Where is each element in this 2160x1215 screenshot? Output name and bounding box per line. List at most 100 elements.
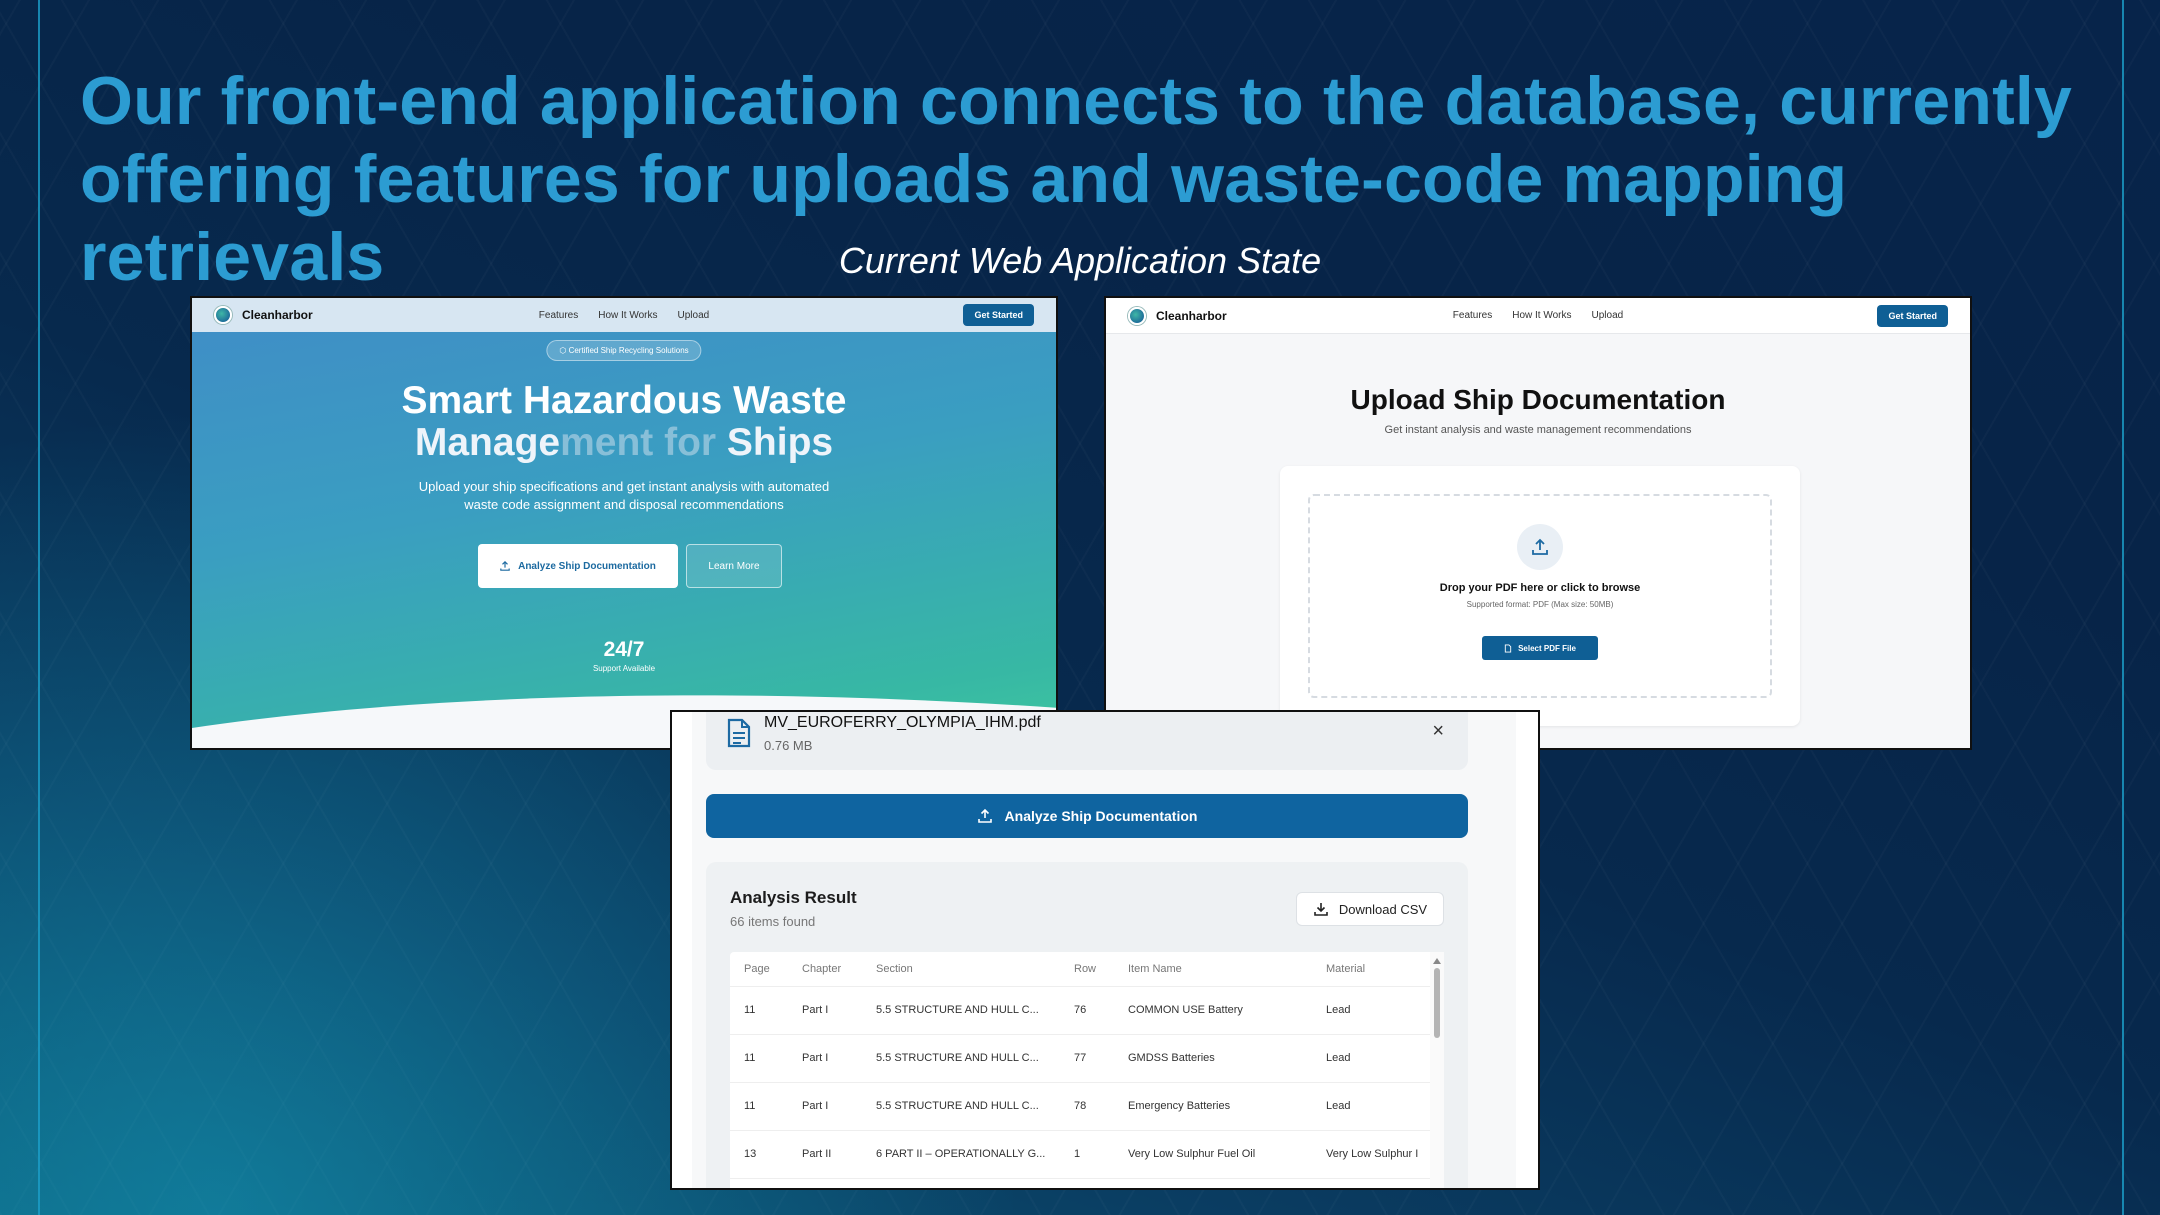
scroll-up-arrow-icon[interactable] <box>1433 958 1441 964</box>
column-header[interactable]: Section <box>862 952 1060 987</box>
table-cell: 76 <box>1060 986 1114 1035</box>
table-scrollbar[interactable] <box>1430 952 1444 1188</box>
analyze-documentation-button[interactable]: Analyze Ship Documentation <box>706 794 1468 838</box>
table-row: 13 Part II 6 PART II – OPERATIONALLY G..… <box>730 1130 1430 1179</box>
right-accent-line <box>2122 0 2124 1215</box>
table-cell: 5.5 STRUCTURE AND HULL C... <box>862 1082 1060 1131</box>
shield-icon: ⬡ <box>559 346 567 355</box>
upload-card: Drop your PDF here or click to browse Su… <box>1280 466 1800 726</box>
table-cell: 78 <box>1060 1082 1114 1131</box>
nav-link-how-it-works[interactable]: How It Works <box>1512 310 1571 321</box>
table-cell: 1 <box>1060 1130 1114 1179</box>
table-cell: 5.5 STRUCTURE AND HULL C... <box>862 1034 1060 1083</box>
logo-icon <box>214 306 232 324</box>
table-cell: 13 <box>730 1130 788 1179</box>
left-accent-line <box>38 0 40 1215</box>
table-cell: Emergency Batteries <box>1114 1082 1312 1131</box>
table-cell: Part II <box>788 1130 862 1179</box>
brand[interactable]: Cleanharbor <box>214 306 313 324</box>
certified-badge: ⬡ Certified Ship Recycling Solutions <box>546 340 702 361</box>
get-started-button[interactable]: Get Started <box>963 304 1034 326</box>
download-csv-button[interactable]: Download CSV <box>1296 892 1444 926</box>
file-size: 0.76 MB <box>764 738 813 753</box>
hero-description: Upload your ship specifications and get … <box>418 479 830 512</box>
table-header: Page Chapter Section Row Item Name Mater… <box>730 952 1430 987</box>
table-cell: Very Low Sulphur Fuel Oil <box>1114 1130 1312 1179</box>
table-cell: Lead <box>1312 1034 1430 1083</box>
table-cell: Very Low Sulphur I <box>1312 1130 1430 1179</box>
nav-link-how-it-works[interactable]: How It Works <box>598 310 657 321</box>
analyze-documentation-label: Analyze Ship Documentation <box>1004 808 1198 824</box>
nav-link-upload[interactable]: Upload <box>1592 310 1624 321</box>
nav-links: Features How It Works Upload <box>539 310 709 321</box>
learn-more-button[interactable]: Learn More <box>686 544 782 588</box>
format-hint: Supported format: PDF (Max size: 50MB) <box>1466 600 1614 609</box>
table-cell: 5.5 STRUCTURE AND HULL C... <box>862 986 1060 1035</box>
column-header[interactable]: Chapter <box>788 952 862 987</box>
column-header[interactable]: Row <box>1060 952 1114 987</box>
analysis-result-card: Analysis Result 66 items found Download … <box>706 862 1468 1188</box>
hero-title-part-c: Ships <box>716 421 834 464</box>
table-cell: Lead <box>1312 1082 1430 1131</box>
slide-subtitle: Current Web Application State <box>838 240 1322 281</box>
table-cell: 6 PART II – OPERATIONALLY G... <box>862 1130 1060 1179</box>
results-table-container: Page Chapter Section Row Item Name Mater… <box>730 952 1444 1188</box>
brand-name: Cleanharbor <box>1156 308 1227 323</box>
table-cell: Part I <box>788 1034 862 1083</box>
table-cell: COMMON USE Battery <box>1114 986 1312 1035</box>
panel-margin-right <box>1516 712 1538 1188</box>
table-cell: Part I <box>788 986 862 1035</box>
table-cell: Part I <box>788 1082 862 1131</box>
table-row: 11 Part I 5.5 STRUCTURE AND HULL C... 78… <box>730 1082 1430 1131</box>
hero-title: Smart Hazardous Waste Management for Shi… <box>192 380 1056 464</box>
get-started-button[interactable]: Get Started <box>1877 304 1948 327</box>
support-stat: 24/7 Support Available <box>192 638 1056 673</box>
table-cell: 11 <box>730 986 788 1035</box>
analyze-documentation-button[interactable]: Analyze Ship Documentation <box>478 544 678 588</box>
result-title: Analysis Result <box>730 888 857 907</box>
analyze-documentation-label: Analyze Ship Documentation <box>518 560 656 572</box>
selected-file-card: MV_EUROFERRY_OLYMPIA_IHM.pdf 0.76 MB × <box>706 712 1468 770</box>
navbar: Cleanharbor Features How It Works Upload… <box>1106 298 1970 334</box>
stat-label: Support Available <box>592 664 656 673</box>
stat-value: 24/7 <box>603 638 645 661</box>
close-icon[interactable]: × <box>1432 720 1444 743</box>
table-cell: 77 <box>1060 1034 1114 1083</box>
analysis-result-screenshot: MV_EUROFERRY_OLYMPIA_IHM.pdf 0.76 MB × A… <box>670 710 1540 1190</box>
pdf-dropzone[interactable]: Drop your PDF here or click to browse Su… <box>1308 494 1772 698</box>
brand[interactable]: Cleanharbor <box>1128 306 1227 325</box>
column-header[interactable]: Page <box>730 952 788 987</box>
hero-title-part-b: ment for <box>560 421 717 464</box>
result-count: 66 items found <box>730 914 816 929</box>
upload-icon <box>977 808 992 823</box>
scroll-thumb[interactable] <box>1434 968 1440 1038</box>
certified-badge-label: Certified Ship Recycling Solutions <box>568 346 689 355</box>
column-header[interactable]: Material <box>1312 952 1430 987</box>
drop-text: Drop your PDF here or click to browse <box>1439 582 1641 594</box>
table-row: 11 Part I 5.5 STRUCTURE AND HULL C... 76… <box>730 986 1430 1035</box>
file-icon <box>1504 643 1512 653</box>
hero-title-line1: Smart Hazardous Waste <box>401 379 847 422</box>
select-pdf-button[interactable]: Select PDF File <box>1482 636 1598 660</box>
landing-page-screenshot: Cleanharbor Features How It Works Upload… <box>190 296 1058 750</box>
column-header[interactable]: Item Name <box>1114 952 1312 987</box>
upload-subtitle: Get instant analysis and waste managemen… <box>1384 424 1692 436</box>
nav-link-features[interactable]: Features <box>1453 310 1492 321</box>
file-name: MV_EUROFERRY_OLYMPIA_IHM.pdf <box>764 714 1041 731</box>
select-pdf-label: Select PDF File <box>1518 643 1576 653</box>
hero-title-line2: Management for Ships <box>192 422 1056 464</box>
nav-link-features[interactable]: Features <box>539 310 578 321</box>
brand-name: Cleanharbor <box>242 308 313 322</box>
nav-links: Features How It Works Upload <box>1453 310 1623 321</box>
document-icon <box>727 718 751 748</box>
logo-icon <box>1128 306 1146 325</box>
table-cell: 11 <box>730 1082 788 1131</box>
panel-margin-left <box>672 712 692 1188</box>
download-icon <box>1314 903 1328 916</box>
hero-title-part-a: Manage <box>414 421 561 464</box>
nav-link-upload[interactable]: Upload <box>678 310 710 321</box>
table-cell: GMDSS Batteries <box>1114 1034 1312 1083</box>
download-csv-label: Download CSV <box>1338 901 1428 917</box>
upload-title: Upload Ship Documentation <box>1350 384 1726 415</box>
hero-section: ⬡ Certified Ship Recycling Solutions Sma… <box>192 332 1056 748</box>
